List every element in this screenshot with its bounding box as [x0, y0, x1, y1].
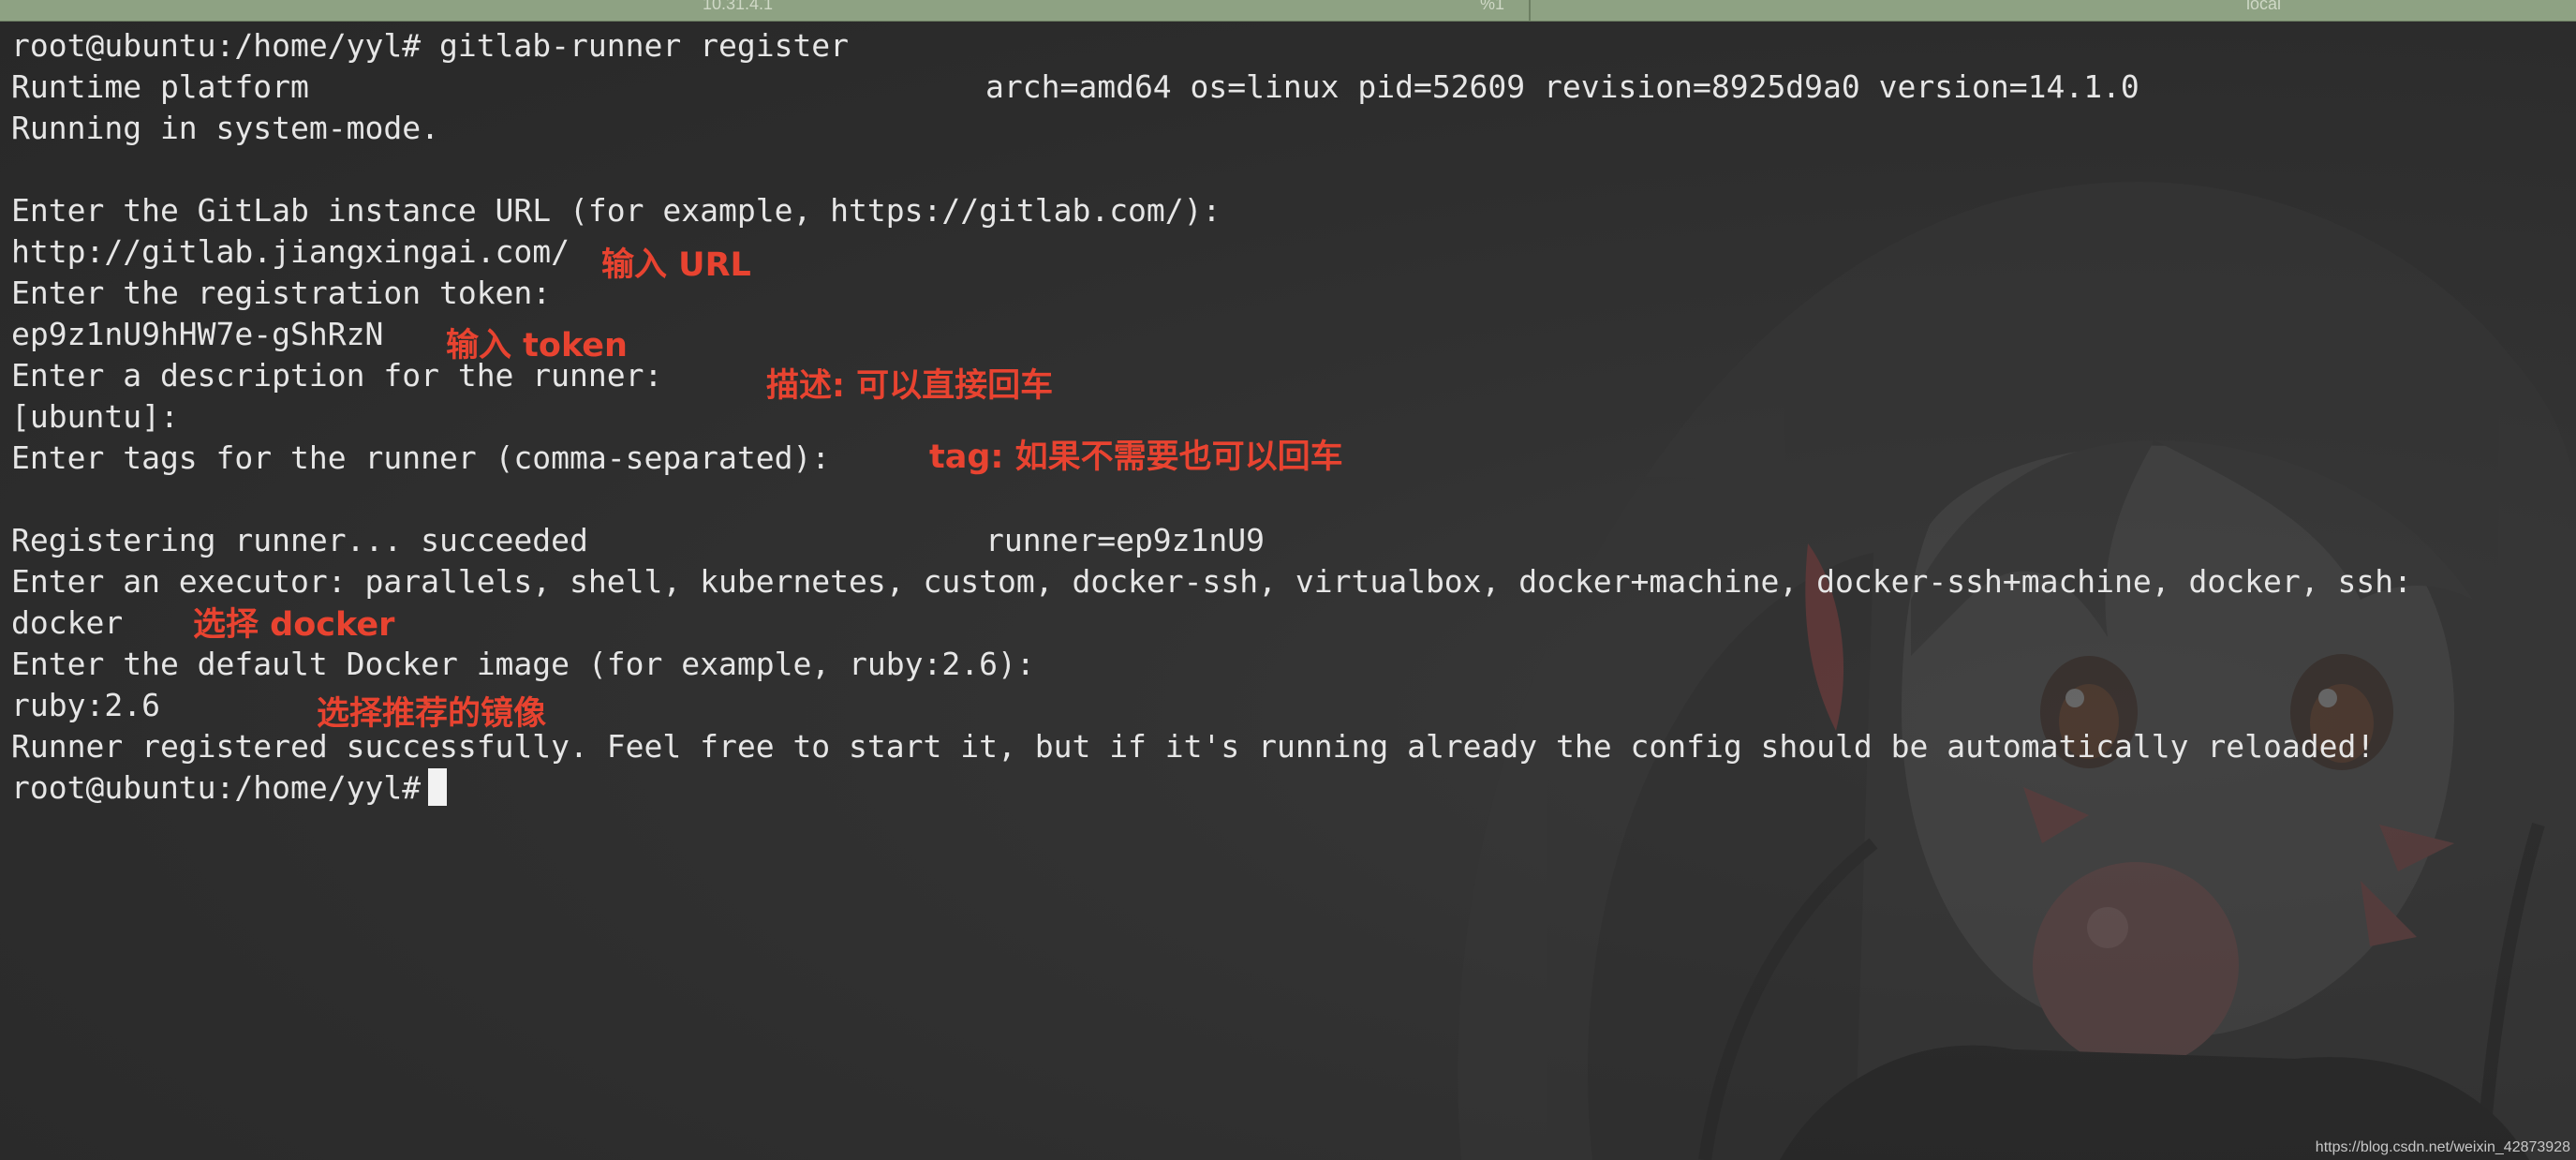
terminal-line: root@ubuntu:/home/yyl# gitlab-runner reg…	[11, 27, 850, 64]
terminal-line: Running in system-mode.	[11, 110, 439, 146]
terminal-line: ep9z1nU9hHW7e-gShRzN	[11, 316, 384, 352]
terminal-line: Enter a description for the runner:	[11, 357, 663, 394]
terminal-line: Registering runner... succeeded runner=ep…	[11, 520, 2559, 561]
annotation-description: 描述: 可以直接回车	[766, 367, 1054, 405]
terminal-line: Runtime platform arch=amd64 os=linux pid=…	[11, 67, 2559, 108]
terminal-line: http://gitlab.jiangxingai.com/	[11, 233, 570, 270]
annotation-tags: tag: 如果不需要也可以回车	[929, 439, 1343, 476]
annotation-image: 选择推荐的镜像	[317, 695, 547, 733]
runner-info: runner=ep9z1nU9	[985, 522, 1266, 558]
terminal-line: Enter the default Docker image (for exam…	[11, 646, 1035, 682]
terminal-line: Enter the registration token:	[11, 275, 552, 311]
tab-local[interactable]: local	[2246, 0, 2281, 14]
tab-divider	[1529, 0, 1531, 21]
annotation-url: 输入 URL	[601, 246, 751, 284]
terminal-prompt-line[interactable]: root@ubuntu:/home/yyl#	[11, 767, 2559, 809]
runtime-platform-label: Runtime platform	[11, 68, 309, 105]
terminal-line: Enter the GitLab instance URL (for examp…	[11, 192, 1221, 229]
registering-status: Registering runner... succeeded	[11, 522, 588, 558]
text-cursor	[428, 768, 448, 806]
shell-prompt: root@ubuntu:/home/yyl#	[11, 769, 422, 806]
tab-window[interactable]: %1	[1480, 0, 1504, 14]
tab-host[interactable]: 10.31.4.1	[703, 0, 773, 14]
tab-bar: 10.31.4.1 %1 local	[0, 0, 2576, 22]
annotation-executor: 选择 docker	[193, 606, 395, 644]
terminal-line: Enter an executor: parallels, shell, kub…	[11, 563, 2412, 600]
watermark: https://blog.csdn.net/weixin_42873928	[2315, 1139, 2570, 1155]
terminal-window[interactable]: 10.31.4.1 %1 local root@ubuntu:/home/yyl…	[0, 0, 2576, 1160]
platform-info: arch=amd64 os=linux pid=52609 revision=8…	[985, 68, 2139, 105]
annotation-token: 输入 token	[446, 327, 628, 364]
